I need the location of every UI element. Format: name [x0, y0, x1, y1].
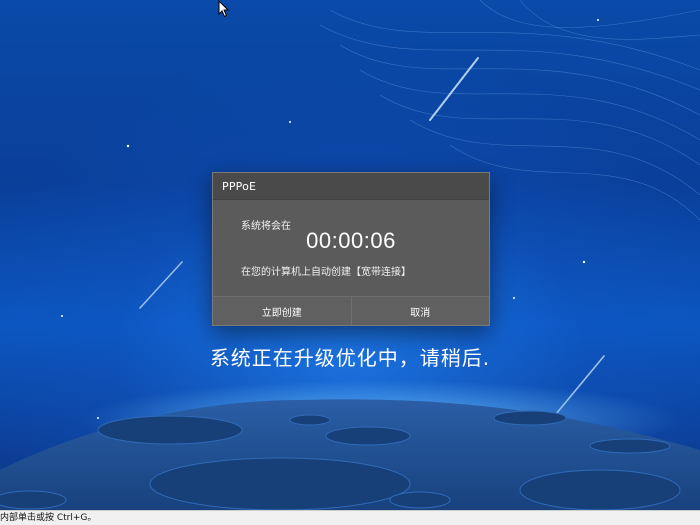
- dialog-titlebar[interactable]: PPPoE: [213, 173, 489, 200]
- pppoe-dialog: PPPoE 系统将会在 00:00:06 在您的计算机上自动创建【宽带连接】 立…: [212, 172, 490, 326]
- dialog-body: 系统将会在 00:00:06 在您的计算机上自动创建【宽带连接】: [213, 200, 489, 296]
- dialog-button-bar: 立即创建 取消: [213, 296, 489, 325]
- mouse-cursor-icon: [218, 0, 230, 18]
- bottom-hint-text: 内部单击或按 Ctrl+G。: [0, 513, 97, 523]
- cancel-button[interactable]: 取消: [350, 297, 490, 325]
- countdown-timer: 00:00:06: [306, 228, 396, 253]
- dialog-title: PPPoE: [222, 179, 257, 193]
- create-now-button[interactable]: 立即创建: [213, 297, 351, 325]
- upgrade-status-text: 系统正在升级优化中，请稍后.: [209, 346, 491, 370]
- countdown-description: 在您的计算机上自动创建【宽带连接】: [241, 267, 411, 278]
- bottom-hint-bar: 内部单击或按 Ctrl+G。: [0, 510, 700, 525]
